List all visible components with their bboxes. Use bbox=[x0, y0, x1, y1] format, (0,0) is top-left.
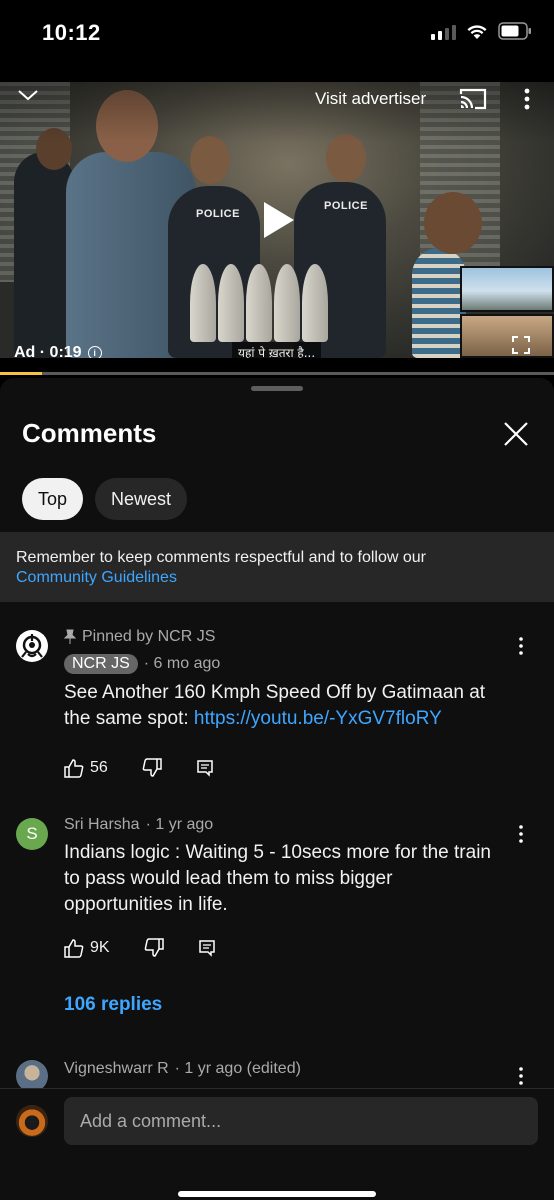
comments-sheet: Comments Top Newest Remember to keep com… bbox=[0, 378, 554, 1200]
comment-actions: 9K bbox=[64, 938, 250, 958]
like-count: 56 bbox=[90, 759, 108, 776]
comments-title: Comments bbox=[22, 418, 157, 448]
status-icons bbox=[431, 22, 532, 40]
plates-rack bbox=[190, 262, 340, 342]
user-avatar[interactable] bbox=[16, 1105, 48, 1137]
more-vert-icon[interactable] bbox=[516, 636, 526, 656]
pin-icon bbox=[64, 629, 76, 644]
police-label: POLICE bbox=[324, 200, 368, 212]
guidelines-notice: Remember to keep comments respectful and… bbox=[0, 532, 554, 602]
reply-icon bbox=[198, 940, 215, 957]
more-vert-icon[interactable] bbox=[516, 824, 526, 844]
video-progress-fill bbox=[0, 372, 43, 375]
video-subtitle: यहां पे ख़तरा है... bbox=[232, 342, 322, 358]
comment-text: Indians logic : Waiting 5 - 10secs more … bbox=[64, 842, 491, 915]
figure-child bbox=[412, 248, 466, 358]
avatar[interactable]: S bbox=[16, 818, 48, 850]
comment-author[interactable]: NCR JS bbox=[64, 654, 138, 674]
comment-author[interactable]: Sri Harsha bbox=[64, 816, 140, 834]
thumbs-down-icon bbox=[142, 758, 162, 777]
dislike-button[interactable] bbox=[144, 938, 164, 958]
home-indicator bbox=[178, 1191, 376, 1197]
thumbs-up-icon bbox=[64, 939, 84, 958]
close-icon[interactable] bbox=[502, 420, 530, 448]
station-thumbnail bbox=[460, 314, 554, 358]
like-count: 9K bbox=[90, 939, 110, 956]
thumbs-up-icon bbox=[64, 759, 84, 778]
cast-icon[interactable] bbox=[458, 87, 488, 111]
add-comment-input[interactable]: Add a comment... bbox=[64, 1097, 538, 1145]
tab-top[interactable]: Top bbox=[22, 478, 84, 520]
dislike-button[interactable] bbox=[142, 758, 162, 778]
signal-icon bbox=[431, 22, 456, 40]
thumbs-down-icon bbox=[144, 938, 164, 957]
train-thumbnail bbox=[460, 266, 554, 312]
comment-age: · 6 mo ago bbox=[143, 655, 221, 672]
fullscreen-icon[interactable] bbox=[512, 336, 530, 354]
more-vert-icon[interactable] bbox=[516, 1066, 526, 1086]
more-vert-icon[interactable] bbox=[518, 86, 536, 112]
notice-text: Remember to keep comments respectful and… bbox=[16, 549, 426, 566]
play-icon[interactable] bbox=[262, 200, 296, 240]
status-time: 10:12 bbox=[42, 20, 101, 45]
comment-author[interactable]: Vigneshwarr R bbox=[64, 1060, 169, 1078]
chevron-down-icon[interactable] bbox=[16, 86, 40, 104]
ad-timer-label: Ad · 0:19 bbox=[14, 344, 82, 358]
figure-woman bbox=[14, 152, 74, 358]
visit-advertiser-link[interactable]: Visit advertiser bbox=[315, 89, 426, 109]
comment-actions: 56 bbox=[64, 758, 248, 778]
reply-button[interactable] bbox=[198, 939, 216, 957]
video-player[interactable]: POLICE POLICE Visit advertiser Ad · 0:19… bbox=[0, 82, 554, 358]
drag-handle[interactable] bbox=[251, 386, 303, 391]
video-progress-bar[interactable] bbox=[0, 372, 554, 375]
comment-age: · 1 yr ago bbox=[145, 816, 214, 833]
battery-icon bbox=[498, 22, 531, 40]
ad-timer: Ad · 0:19 i bbox=[14, 344, 102, 358]
community-guidelines-link[interactable]: Community Guidelines bbox=[16, 568, 538, 588]
sort-chips: Top Newest bbox=[22, 478, 188, 520]
wifi-icon bbox=[467, 24, 487, 39]
pinned-label: Pinned by NCR JS bbox=[82, 628, 216, 645]
comment-age: · 1 yr ago (edited) bbox=[174, 1060, 301, 1077]
view-replies-button[interactable]: 106 replies bbox=[64, 994, 162, 1016]
like-button[interactable]: 56 bbox=[64, 758, 108, 778]
ncr-js-avatar[interactable] bbox=[16, 630, 48, 662]
like-button[interactable]: 9K bbox=[64, 938, 110, 958]
add-comment-bar: Add a comment... bbox=[0, 1088, 554, 1200]
reply-icon bbox=[197, 760, 213, 777]
police-label: POLICE bbox=[196, 208, 240, 220]
comment-link[interactable]: https://youtu.be/-YxGV7floRY bbox=[194, 708, 442, 729]
pinned-indicator: Pinned by NCR JS bbox=[64, 628, 504, 646]
tab-newest[interactable]: Newest bbox=[95, 478, 188, 520]
comment-text: See Another 160 Kmph Speed Off by Gatima… bbox=[64, 682, 486, 729]
status-bar: 10:12 bbox=[0, 0, 554, 82]
reply-button[interactable] bbox=[196, 759, 214, 777]
info-icon[interactable]: i bbox=[87, 346, 102, 358]
